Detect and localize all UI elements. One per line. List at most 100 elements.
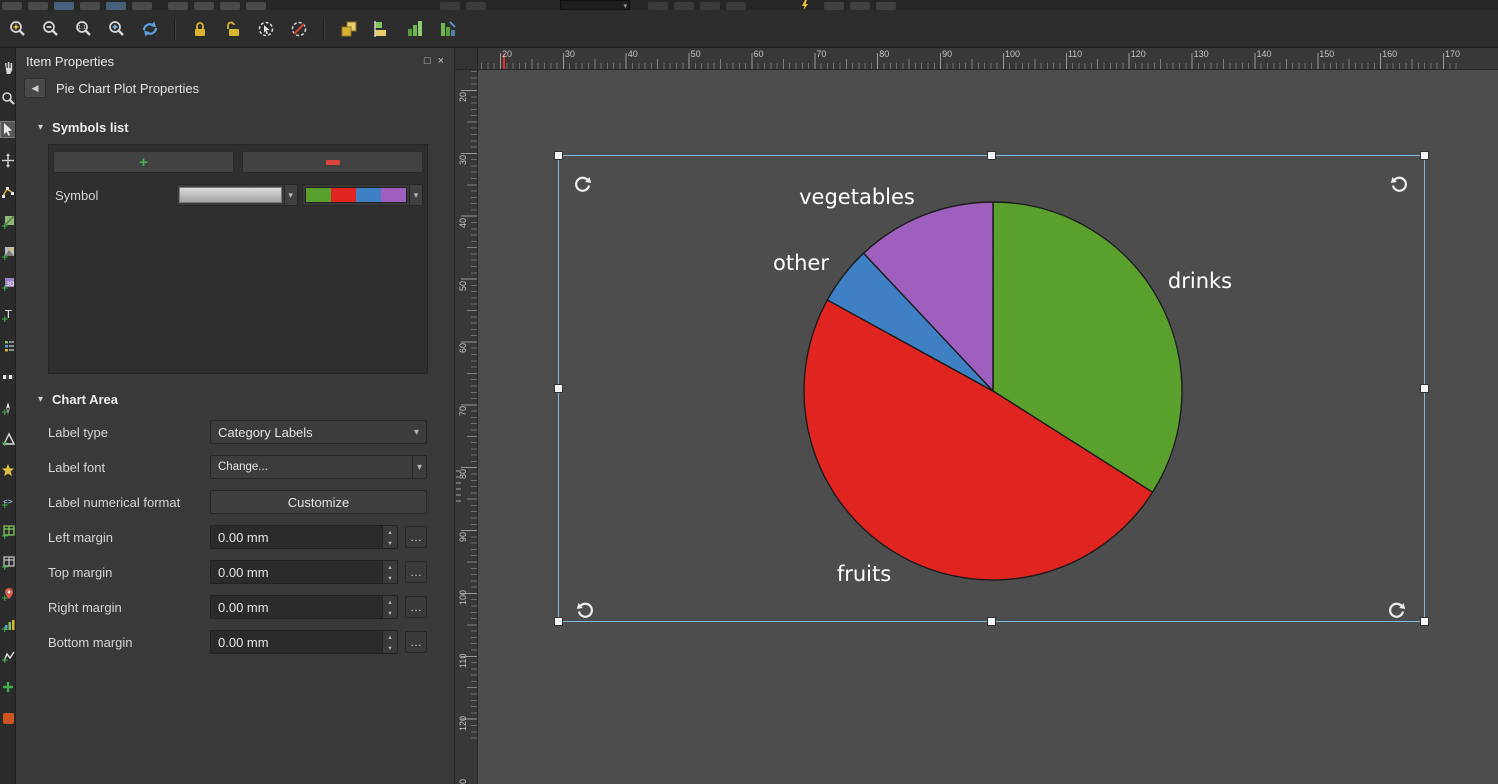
select-move-item-button[interactable] xyxy=(1,122,16,137)
chevron-down-icon[interactable]: ▾ xyxy=(412,456,426,478)
left-margin-spinbox[interactable]: 0.00 mm ▴▾ xyxy=(210,525,398,549)
symbols-list-section-header[interactable]: ▾ Symbols list xyxy=(16,116,454,138)
group-items-button[interactable] xyxy=(335,15,363,43)
dock-float-icon[interactable]: □ xyxy=(424,55,431,67)
toolbar-button-clipped[interactable] xyxy=(466,2,486,10)
resize-handle[interactable] xyxy=(1420,617,1429,626)
deselect-all-button[interactable] xyxy=(285,15,313,43)
add-label-button[interactable]: T+ xyxy=(1,308,16,323)
move-item-content-button[interactable] xyxy=(1,153,16,168)
toolbar-button-clipped[interactable] xyxy=(220,2,240,10)
color-ramp-dropdown[interactable]: ▾ xyxy=(302,184,423,206)
toolbar-button-clipped[interactable] xyxy=(2,2,22,10)
add-symbol-button[interactable]: + xyxy=(53,151,234,173)
align-items-button[interactable] xyxy=(368,15,396,43)
add-html-button[interactable]: <>+ xyxy=(1,494,16,509)
data-defined-override-button[interactable]: … xyxy=(405,561,427,583)
add-3d-map-button[interactable]: 3D+ xyxy=(1,277,16,292)
spin-down-icon[interactable]: ▾ xyxy=(383,537,397,548)
zoom-tool-button[interactable] xyxy=(1,91,16,106)
spin-down-icon[interactable]: ▾ xyxy=(383,642,397,653)
resize-handle[interactable] xyxy=(987,151,996,160)
toolbar-button-clipped[interactable] xyxy=(54,2,74,10)
spin-up-icon[interactable]: ▴ xyxy=(383,631,397,642)
layout-properties-button[interactable] xyxy=(1,711,16,726)
lightning-icon[interactable] xyxy=(800,0,810,10)
zoom-actual-button[interactable]: 1:1 xyxy=(70,15,98,43)
pan-tool-button[interactable] xyxy=(1,60,16,75)
layout-canvas[interactable]: 2030405060708090100110120130140150160170… xyxy=(455,48,1498,784)
spin-up-icon[interactable]: ▴ xyxy=(383,526,397,537)
toolbar-button-clipped[interactable] xyxy=(876,2,896,10)
add-marker-button[interactable]: + xyxy=(1,587,16,602)
resize-handle[interactable] xyxy=(554,384,563,393)
remove-symbol-button[interactable] xyxy=(242,151,423,173)
toolbar-button-clipped[interactable] xyxy=(28,2,48,10)
add-attribute-table-button[interactable]: + xyxy=(1,525,16,540)
toolbar-button-clipped[interactable] xyxy=(194,2,214,10)
right-margin-spinbox[interactable]: 0.00 mm ▴▾ xyxy=(210,595,398,619)
add-scalebar-button[interactable] xyxy=(1,370,16,385)
add-north-arrow-button[interactable]: + xyxy=(1,401,16,416)
layout-page-area[interactable]: vegetablesotherdrinksfruits xyxy=(478,70,1498,784)
add-picture-button[interactable]: + xyxy=(1,246,16,261)
resize-handle[interactable] xyxy=(554,617,563,626)
select-all-items-button[interactable] xyxy=(252,15,280,43)
resize-handle[interactable] xyxy=(554,151,563,160)
add-shape-button[interactable]: + xyxy=(1,432,16,447)
toolbar-button-clipped[interactable] xyxy=(168,2,188,10)
add-star-button[interactable] xyxy=(1,463,16,478)
add-elevation-profile-button[interactable]: + xyxy=(1,649,16,664)
toolbar-button-clipped[interactable] xyxy=(106,2,126,10)
lower-items-button[interactable] xyxy=(434,15,462,43)
spin-up-icon[interactable]: ▴ xyxy=(383,561,397,572)
toolbar-button-clipped[interactable] xyxy=(674,2,694,10)
toolbar-button-clipped[interactable] xyxy=(726,2,746,10)
dock-close-icon[interactable]: × xyxy=(438,55,444,67)
data-defined-override-button[interactable]: … xyxy=(405,596,427,618)
toolbar-button-clipped[interactable] xyxy=(648,2,668,10)
label-type-combobox[interactable]: Category Labels ▾ xyxy=(210,420,427,444)
spin-down-icon[interactable]: ▾ xyxy=(383,607,397,618)
label-font-button[interactable]: Change... ▾ xyxy=(210,455,427,479)
resize-handle[interactable] xyxy=(1420,151,1429,160)
unlock-all-button[interactable] xyxy=(219,15,247,43)
customize-button[interactable]: Customize xyxy=(210,490,427,514)
raise-items-button[interactable] xyxy=(401,15,429,43)
add-item-button[interactable] xyxy=(1,680,16,695)
toolbar-button-clipped[interactable] xyxy=(80,2,100,10)
toolbar-button-clipped[interactable] xyxy=(132,2,152,10)
refresh-view-button[interactable] xyxy=(136,15,164,43)
bottom-margin-spinbox[interactable]: 0.00 mm ▴▾ xyxy=(210,630,398,654)
toolbar-button-clipped[interactable] xyxy=(246,2,266,10)
edit-nodes-button[interactable] xyxy=(1,184,16,199)
toolbar-button-clipped[interactable] xyxy=(440,2,460,10)
rotate-handle-icon[interactable] xyxy=(1387,600,1407,620)
add-chart-button[interactable]: + xyxy=(1,618,16,633)
spin-up-icon[interactable]: ▴ xyxy=(383,596,397,607)
add-fixed-table-button[interactable]: + xyxy=(1,556,16,571)
add-legend-button[interactable] xyxy=(1,339,16,354)
add-map-button[interactable]: + xyxy=(1,215,16,230)
toolbar-button-clipped[interactable] xyxy=(700,2,720,10)
rotate-handle-icon[interactable] xyxy=(573,174,593,194)
top-margin-spinbox[interactable]: 0.00 mm ▴▾ xyxy=(210,560,398,584)
back-button[interactable]: ◀ xyxy=(24,78,46,98)
rotate-handle-icon[interactable] xyxy=(575,600,595,620)
splitter-grip[interactable] xyxy=(456,470,461,504)
zoom-full-button[interactable] xyxy=(4,15,32,43)
selection-rectangle[interactable] xyxy=(558,155,1425,622)
lock-items-button[interactable] xyxy=(186,15,214,43)
zoom-out-button[interactable] xyxy=(37,15,65,43)
resize-handle[interactable] xyxy=(1420,384,1429,393)
scale-select[interactable]: ▾ xyxy=(560,0,630,10)
symbol-style-dropdown[interactable]: ▾ xyxy=(176,184,297,206)
data-defined-override-button[interactable]: … xyxy=(405,526,427,548)
rotate-handle-icon[interactable] xyxy=(1389,174,1409,194)
toolbar-button-clipped[interactable] xyxy=(850,2,870,10)
toolbar-button-clipped[interactable] xyxy=(824,2,844,10)
chart-area-section-header[interactable]: ▾ Chart Area xyxy=(16,388,454,410)
resize-handle[interactable] xyxy=(987,617,996,626)
data-defined-override-button[interactable]: … xyxy=(405,631,427,653)
spin-down-icon[interactable]: ▾ xyxy=(383,572,397,583)
